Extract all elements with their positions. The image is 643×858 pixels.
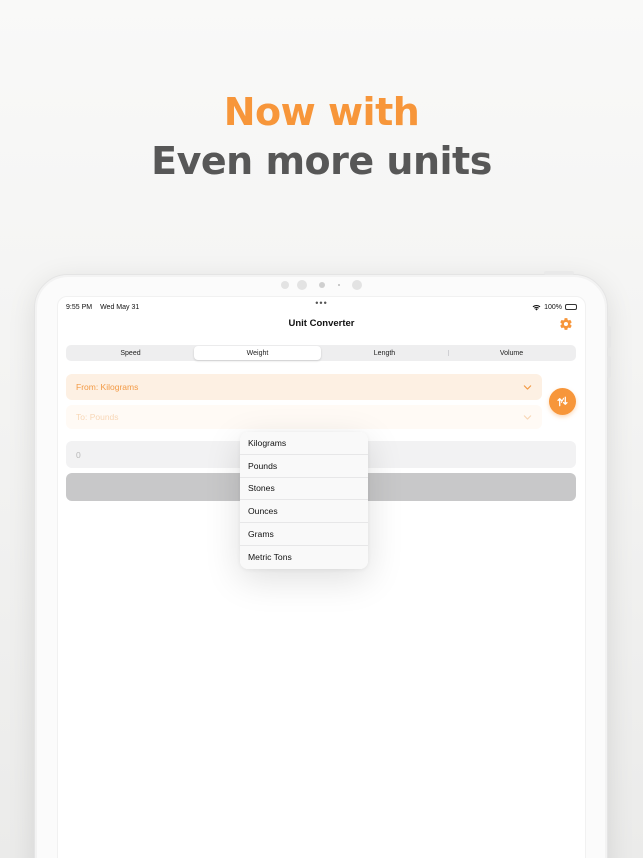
to-unit-picker[interactable]: To: Pounds (66, 405, 542, 429)
headline-main: Even more units (151, 139, 492, 183)
volume-down-button (607, 356, 611, 378)
menu-item-kilograms[interactable]: Kilograms (240, 432, 368, 455)
sensor-dot (281, 281, 289, 289)
chevron-down-icon (523, 384, 532, 390)
top-button (544, 271, 574, 275)
status-time: 9:55 PM (66, 303, 93, 311)
volume-up-button (607, 326, 611, 348)
from-unit-picker[interactable]: From: Kilograms (66, 374, 542, 400)
multitasking-dots[interactable]: ••• (315, 298, 327, 308)
menu-item-ounces[interactable]: Ounces (240, 500, 368, 524)
unit-dropdown-menu: Kilograms Pounds Stones Ounces Grams Met… (240, 432, 368, 569)
unit-category-segmented-control: Speed Weight Length Volume (66, 345, 576, 361)
sensor-dot (338, 284, 340, 286)
status-date: Wed May 31 (100, 303, 140, 311)
sensor-dot (352, 280, 362, 290)
camera-icon (319, 282, 325, 288)
sensor-dot (297, 280, 307, 290)
app-screen: 9:55 PM Wed May 31 ••• 100% Unit Convert… (57, 296, 586, 858)
menu-item-stones[interactable]: Stones (240, 477, 368, 501)
value-input-text: 0 (76, 449, 81, 460)
segment-length[interactable]: Length (321, 346, 448, 360)
from-unit-label: From: Kilograms (76, 382, 139, 392)
headline-accent: Now with (223, 90, 420, 134)
chevron-down-icon (523, 414, 532, 420)
segment-weight[interactable]: Weight (194, 346, 321, 360)
menu-item-metric-tons[interactable]: Metric Tons (240, 545, 368, 569)
segment-volume[interactable]: Volume (448, 346, 575, 360)
swap-units-button[interactable] (549, 388, 576, 415)
battery-percent: 100% (544, 303, 562, 311)
to-unit-label: To: Pounds (76, 412, 119, 422)
menu-item-grams[interactable]: Grams (240, 523, 368, 546)
segment-speed[interactable]: Speed (67, 346, 194, 360)
nav-title: Unit Converter (288, 318, 355, 329)
battery-icon (565, 304, 577, 310)
gear-icon[interactable] (559, 317, 573, 331)
status-bar: 9:55 PM Wed May 31 ••• 100% (66, 298, 577, 313)
menu-item-pounds[interactable]: Pounds (240, 454, 368, 478)
wifi-icon (532, 304, 541, 310)
swap-arrows-icon (557, 396, 568, 407)
